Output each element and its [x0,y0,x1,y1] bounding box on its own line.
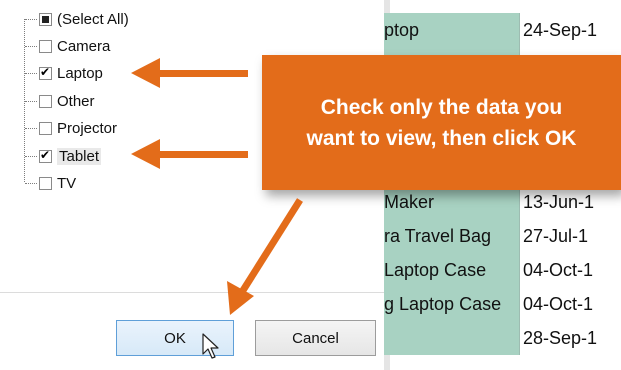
date-cell[interactable]: 27-Jul-1 [520,219,621,253]
date-cell[interactable]: 13-Jun-1 [520,185,621,219]
filter-item-label: Projector [57,119,118,137]
filter-item-label: Camera [57,37,111,55]
filter-item-label: Other [57,92,95,110]
ok-button[interactable]: OK [116,320,234,356]
item-cell[interactable]: g Laptop Case [384,287,520,321]
table-row: ra Travel Bag 27-Jul-1 [384,219,621,253]
cancel-button[interactable]: Cancel [255,320,376,356]
table-row: ptop 24-Sep-1 [384,13,621,47]
projector-checkbox[interactable] [39,121,52,135]
item-cell[interactable] [384,321,520,355]
date-cell[interactable]: 28-Sep-1 [520,321,621,355]
table-row: g Laptop Case 04-Oct-1 [384,287,621,321]
other-checkbox[interactable] [39,94,52,108]
laptop-checkbox[interactable] [39,65,52,80]
select-all-checkbox[interactable] [39,12,52,26]
item-cell[interactable]: ptop [384,13,520,47]
filter-item-projector[interactable]: Projector [25,116,118,140]
table-row: 28-Sep-1 [384,321,621,355]
filter-item-other[interactable]: Other [25,89,95,113]
table-row: Maker 13-Jun-1 [384,185,621,219]
date-cell[interactable]: 04-Oct-1 [520,253,621,287]
table-row: Laptop Case 04-Oct-1 [384,253,621,287]
item-cell[interactable]: Maker [384,185,520,219]
item-cell[interactable]: ra Travel Bag [384,219,520,253]
callout-line-2: want to view, then click OK [306,126,577,150]
filter-item-laptop[interactable]: Laptop [25,61,103,85]
filter-item-label: TV [57,174,77,192]
date-cell[interactable]: 04-Oct-1 [520,287,621,321]
callout-line-1: Check only the data you [320,95,563,119]
item-cell[interactable]: Laptop Case [384,253,520,287]
filter-item-camera[interactable]: Camera [25,34,111,58]
camera-checkbox[interactable] [39,39,52,53]
tv-checkbox[interactable] [39,176,52,190]
filter-item-label: Laptop [57,64,103,82]
filter-item-label: (Select All) [57,10,129,28]
filter-item-tablet[interactable]: Tablet [25,144,102,168]
filter-item-label: Tablet [57,147,102,165]
divider [0,292,384,293]
tablet-checkbox[interactable] [39,148,52,163]
filter-item-select-all[interactable]: (Select All) [25,7,129,31]
date-cell[interactable]: 24-Sep-1 [520,13,621,47]
instruction-callout: Check only the data you want to view, th… [262,55,621,190]
filter-item-tv[interactable]: TV [25,171,77,195]
